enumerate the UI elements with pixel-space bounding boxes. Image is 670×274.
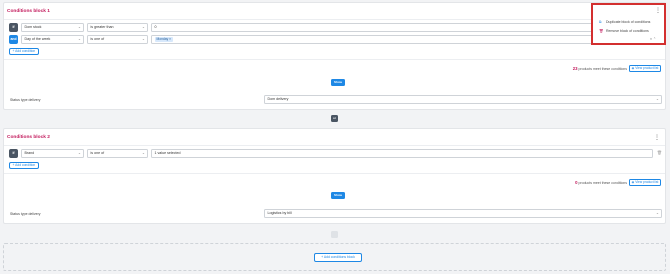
chevron-down-icon: ⌄	[141, 25, 145, 29]
chevron-up-icon[interactable]: ⌃	[653, 37, 656, 41]
operator-select-value: is one of	[90, 37, 105, 41]
view-product-list-label: View product list	[635, 66, 659, 70]
add-condition-label: Add condition	[15, 163, 36, 167]
conditions-block-1: Conditions block 1 ⋮ if Dom stock ⌄ is g…	[3, 2, 666, 110]
close-icon[interactable]: ×	[650, 37, 652, 41]
show-button[interactable]: Show	[331, 192, 345, 199]
and-badge: and	[9, 35, 18, 44]
value-select[interactable]: 1 value selected	[151, 149, 653, 158]
more-options-icon[interactable]: ⋮	[655, 7, 661, 15]
block-title: Conditions block 1	[7, 9, 50, 14]
conditions-block-2: Conditions block 2 ⋮ if Brand ⌄ is one o…	[3, 128, 666, 224]
eye-icon: ◉	[631, 180, 635, 184]
more-options-icon[interactable]: ⋮	[654, 134, 660, 142]
status-type-value: Logistics by bill	[267, 211, 292, 215]
field-select[interactable]: Day of the week ⌄	[21, 35, 84, 44]
remove-block-menu-item[interactable]: 🗑 Remove block of conditions	[599, 28, 649, 34]
add-conditions-block-label: Add conditions block	[323, 255, 355, 259]
view-product-list-button[interactable]: ◉ View product list	[629, 65, 661, 72]
status-type-label: Status type delivery	[10, 212, 41, 216]
trash-icon: 🗑	[599, 29, 604, 33]
copy-icon: ⧉	[599, 20, 602, 24]
chevron-down-icon: ⌄	[141, 37, 145, 41]
chevron-down-icon: ⌄	[77, 25, 81, 29]
menu-footer-icons: × ⌃	[650, 37, 656, 41]
status-type-label: Status type delivery	[10, 98, 41, 102]
value-chip[interactable]: Monday ×	[154, 37, 174, 42]
add-conditions-block-button[interactable]: + Add conditions block	[314, 253, 362, 262]
add-condition-button[interactable]: + Add condition	[9, 162, 39, 169]
or-connector: or	[331, 115, 338, 122]
value-select-text: 1 value selected	[154, 151, 181, 155]
divider	[4, 19, 665, 20]
products-count: 23 products meet these conditions	[573, 65, 627, 73]
operator-select[interactable]: is one of ⌄	[87, 35, 148, 44]
status-type-value: Dom delivery	[267, 97, 289, 101]
field-select-value: Day of the week	[24, 37, 51, 41]
status-type-select[interactable]: Dom delivery ⌄	[264, 95, 662, 104]
operator-select[interactable]: is greater than ⌄	[87, 23, 148, 32]
plus-icon: +	[321, 255, 324, 259]
close-icon[interactable]: ×	[169, 37, 171, 41]
duplicate-block-menu-item[interactable]: ⧉ Duplicate block of conditions	[599, 19, 650, 25]
condition-row: if Brand ⌄ is one of ⌄ 1 value selected …	[9, 149, 664, 158]
field-select[interactable]: Dom stock ⌄	[21, 23, 84, 32]
add-block-area: + Add conditions block	[3, 243, 666, 271]
chevron-down-icon: ⌄	[77, 37, 81, 41]
add-condition-label: Add condition	[15, 49, 36, 53]
field-select-value: Dom stock	[24, 25, 42, 29]
block-title: Conditions block 2	[7, 135, 50, 140]
status-type-select[interactable]: Logistics by bill ⌄	[264, 209, 662, 218]
remove-condition-icon[interactable]: 🗑	[657, 150, 662, 155]
count-text: products meet these conditions	[578, 181, 627, 185]
operator-select-value: is greater than	[90, 25, 114, 29]
field-select-value: Brand	[24, 151, 35, 155]
value-input[interactable]: 0	[151, 23, 597, 32]
condition-row: and Day of the week ⌄ is one of ⌄ Monday…	[9, 35, 664, 44]
value-multiselect[interactable]: Monday ×	[151, 35, 597, 44]
remove-block-label: Remove block of conditions	[605, 29, 649, 33]
eye-icon: ◉	[631, 66, 635, 70]
field-select[interactable]: Brand ⌄	[21, 149, 84, 158]
divider	[4, 173, 665, 174]
chip-label: Monday	[156, 37, 169, 41]
chevron-down-icon: ⌄	[77, 151, 81, 155]
view-product-list-button[interactable]: ◉ View product list	[629, 179, 661, 186]
count-text: products meet these conditions	[578, 67, 627, 71]
connector-placeholder	[331, 231, 338, 238]
operator-select-value: is one of	[90, 151, 105, 155]
divider	[4, 145, 665, 146]
value-input-text: 0	[154, 25, 157, 29]
chevron-down-icon: ⌄	[655, 97, 659, 101]
view-product-list-label: View product list	[635, 180, 659, 184]
show-button[interactable]: Show	[331, 79, 345, 86]
count-number: 0	[575, 180, 578, 185]
if-badge: if	[9, 149, 18, 158]
if-badge: if	[9, 23, 18, 32]
products-count: 0 products meet these conditions	[575, 179, 627, 187]
duplicate-block-label: Duplicate block of conditions	[605, 20, 651, 24]
add-condition-button[interactable]: + Add condition	[9, 48, 39, 55]
operator-select[interactable]: is one of ⌄	[87, 149, 148, 158]
block-options-menu: ⋮ ⧉ Duplicate block of conditions 🗑 Remo…	[591, 3, 666, 45]
condition-row: if Dom stock ⌄ is greater than ⌄ 0	[9, 23, 664, 32]
chevron-down-icon: ⌄	[141, 151, 145, 155]
chevron-down-icon: ⌄	[655, 211, 659, 215]
count-number: 23	[572, 66, 578, 71]
divider	[4, 59, 665, 60]
